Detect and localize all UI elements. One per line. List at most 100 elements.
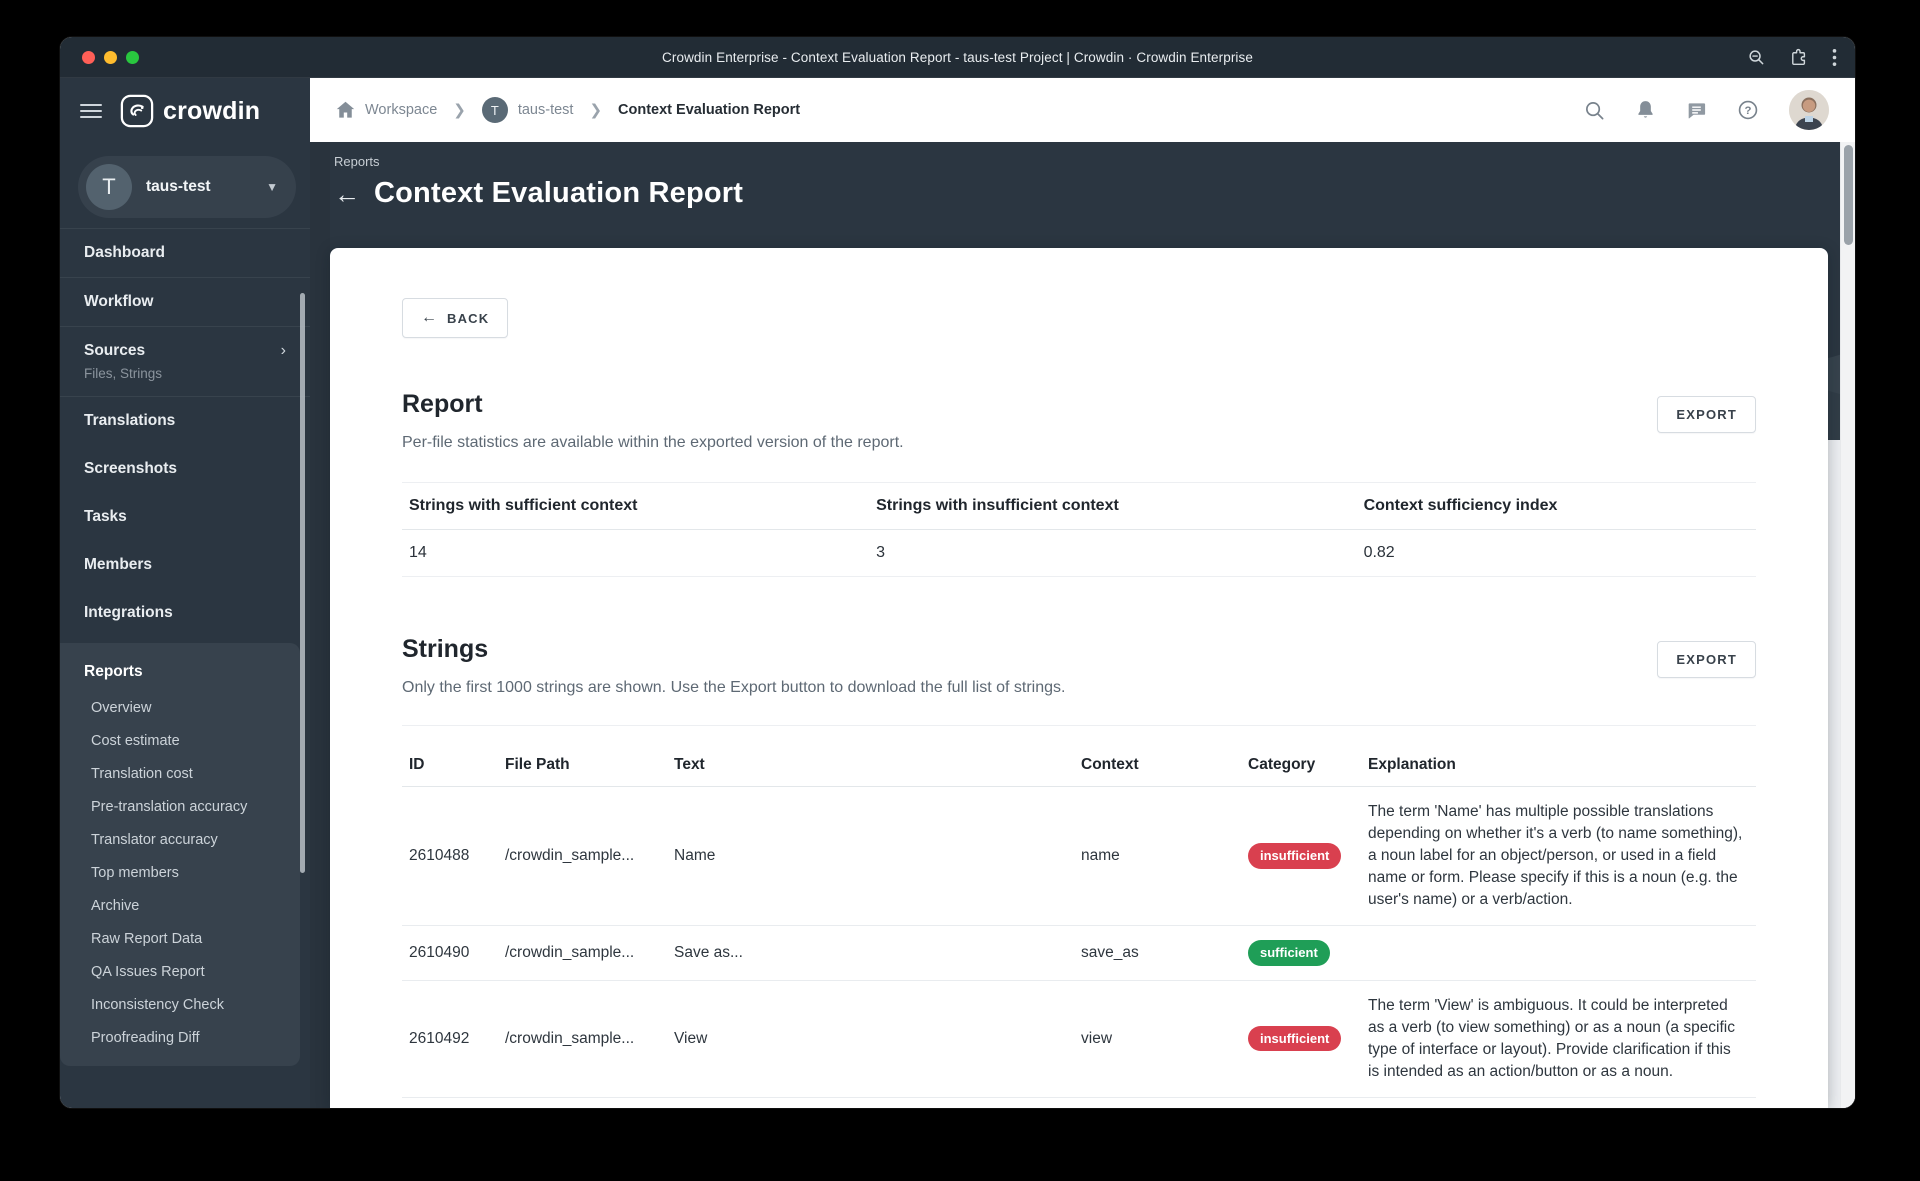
back-button-label: BACK bbox=[447, 310, 490, 326]
browser-window: Crowdin Enterprise - Context Evaluation … bbox=[60, 37, 1855, 1108]
window-title: Crowdin Enterprise - Context Evaluation … bbox=[662, 49, 1253, 65]
breadcrumb-workspace-label: Workspace bbox=[365, 102, 438, 118]
sidebar-item-qa-issues-report[interactable]: QA Issues Report bbox=[60, 955, 300, 988]
page-scrollbar-thumb[interactable] bbox=[1843, 145, 1853, 245]
sidebar-item-label: Sources bbox=[84, 342, 146, 359]
sidebar-item-members[interactable]: Members bbox=[60, 541, 310, 589]
back-arrow-icon[interactable]: ← bbox=[334, 181, 360, 207]
back-arrow-icon: ← bbox=[421, 309, 437, 326]
sidebar-item-label: Screenshots bbox=[84, 460, 178, 477]
stats-header: Context sufficiency index bbox=[1356, 483, 1756, 530]
sidebar-item-label: Members bbox=[84, 556, 153, 573]
titlebar: Crowdin Enterprise - Context Evaluation … bbox=[60, 37, 1855, 78]
sidebar-item-label: Workflow bbox=[84, 293, 154, 310]
sidebar-item-workflow[interactable]: Workflow bbox=[60, 278, 310, 327]
sidebar-item-tasks[interactable]: Tasks bbox=[60, 493, 310, 541]
table-row: 2610492 /crowdin_sample... View view ins… bbox=[402, 981, 1756, 1098]
sidebar-item-pre-translation-accuracy[interactable]: Pre-translation accuracy bbox=[60, 790, 300, 823]
sidebar-item-label: Tasks bbox=[84, 508, 127, 525]
project-avatar: T bbox=[481, 97, 508, 123]
menu-hamburger-icon[interactable] bbox=[80, 100, 102, 122]
column-header-category: Category bbox=[1248, 756, 1316, 773]
sidebar-item-raw-report-data[interactable]: Raw Report Data bbox=[60, 922, 300, 955]
stats-value-index: 0.82 bbox=[1356, 530, 1756, 577]
sidebar-item-translator-accuracy[interactable]: Translator accuracy bbox=[60, 823, 300, 856]
sidebar-item-translations[interactable]: Translations bbox=[60, 397, 310, 445]
report-card: ← BACK Report Per-file statistics are av… bbox=[330, 248, 1828, 1108]
sidebar-item-label: Dashboard bbox=[84, 244, 165, 261]
project-avatar: T bbox=[86, 164, 132, 210]
search-icon[interactable] bbox=[1584, 100, 1605, 121]
sidebar-item-integrations[interactable]: Integrations bbox=[60, 589, 310, 637]
table-row: 2610490 /crowdin_sample... Save as... sa… bbox=[402, 926, 1756, 981]
back-button[interactable]: ← BACK bbox=[402, 298, 509, 338]
cell-context: view bbox=[1081, 1029, 1113, 1047]
cell-text: View bbox=[674, 1029, 708, 1047]
strings-table: ID File Path Text Context Category Expla… bbox=[402, 744, 1756, 1098]
cell-id: 2610488 bbox=[409, 847, 470, 864]
cell-file-path: /crowdin_sample... bbox=[505, 847, 635, 864]
cell-text: Name bbox=[674, 847, 716, 864]
page-gutter bbox=[310, 142, 330, 1108]
home-icon bbox=[336, 101, 355, 118]
sidebar-item-reports[interactable]: Reports bbox=[60, 649, 300, 691]
report-export-button[interactable]: EXPORT bbox=[1657, 396, 1756, 433]
report-stats-table: Strings with sufficient context Strings … bbox=[402, 482, 1756, 577]
page-eyebrow: Reports bbox=[334, 154, 380, 169]
stats-value-insufficient: 3 bbox=[869, 530, 1357, 577]
sidebar-scrollbar[interactable] bbox=[300, 293, 305, 873]
cell-context: save_as bbox=[1081, 943, 1139, 961]
main-area: Workspace ❯ T taus-test ❯ Context Evalua… bbox=[310, 78, 1855, 1108]
breadcrumb-project[interactable]: T taus-test bbox=[481, 97, 574, 123]
report-section-description: Per-file statistics are available within… bbox=[402, 434, 904, 451]
breadcrumb-current: Context Evaluation Report bbox=[618, 102, 801, 118]
sidebar-item-label: Integrations bbox=[84, 604, 173, 621]
notifications-bell-icon[interactable] bbox=[1635, 99, 1656, 121]
sidebar-item-top-members[interactable]: Top members bbox=[60, 856, 300, 889]
sidebar-item-dashboard[interactable]: Dashboard bbox=[60, 228, 310, 278]
category-badge: insufficient bbox=[1248, 843, 1342, 869]
sidebar-item-label: Translations bbox=[84, 412, 176, 429]
messages-chat-icon[interactable] bbox=[1686, 100, 1707, 121]
column-header-file-path: File Path bbox=[505, 756, 570, 773]
project-selector[interactable]: T taus-test ▼ bbox=[78, 156, 296, 218]
breadcrumb: Workspace ❯ T taus-test ❯ Context Evalua… bbox=[336, 97, 1584, 123]
sidebar-item-sublabel: Files, Strings bbox=[84, 366, 163, 381]
category-badge: insufficient bbox=[1248, 1025, 1342, 1052]
help-icon[interactable]: ? bbox=[1737, 99, 1759, 121]
crowdin-logo-icon bbox=[120, 94, 154, 128]
sidebar-item-screenshots[interactable]: Screenshots bbox=[60, 445, 310, 493]
stats-header: Strings with insufficient context bbox=[869, 483, 1357, 530]
project-name: taus-test bbox=[146, 178, 211, 195]
cell-file-path: /crowdin_sample... bbox=[505, 1029, 635, 1047]
sidebar-item-cost-estimate[interactable]: Cost estimate bbox=[60, 724, 300, 757]
sidebar-item-sources[interactable]: Sources › Files, Strings bbox=[60, 327, 310, 397]
app-header: Workspace ❯ T taus-test ❯ Context Evalua… bbox=[310, 78, 1855, 142]
zoom-out-icon[interactable] bbox=[1748, 49, 1765, 66]
sidebar-item-archive[interactable]: Archive bbox=[60, 889, 300, 922]
svg-text:?: ? bbox=[1745, 105, 1752, 117]
sidebar-item-overview[interactable]: Overview bbox=[60, 691, 300, 724]
stats-value-sufficient: 14 bbox=[402, 530, 870, 577]
strings-section-title: Strings bbox=[402, 635, 489, 663]
cell-text: Save as... bbox=[674, 943, 743, 961]
extensions-puzzle-icon[interactable] bbox=[1789, 48, 1808, 67]
column-header-context: Context bbox=[1081, 756, 1139, 773]
crowdin-logo[interactable]: crowdin bbox=[120, 94, 260, 128]
page-scrollbar[interactable] bbox=[1840, 142, 1855, 1108]
chevron-down-icon: ▼ bbox=[266, 180, 278, 194]
category-badge: sufficient bbox=[1248, 940, 1330, 966]
sidebar-item-translation-cost[interactable]: Translation cost bbox=[60, 757, 300, 790]
cell-explanation: The term 'View' is ambiguous. It could b… bbox=[1368, 996, 1736, 1080]
breadcrumb-project-label: taus-test bbox=[517, 102, 574, 118]
sidebar-section-reports: Reports Overview Cost estimate Translati… bbox=[60, 643, 300, 1066]
strings-export-button[interactable]: EXPORT bbox=[1657, 641, 1756, 678]
cell-explanation bbox=[1361, 939, 1756, 967]
column-header-id: ID bbox=[409, 756, 425, 773]
crowdin-wordmark: crowdin bbox=[163, 96, 261, 125]
user-avatar[interactable] bbox=[1789, 90, 1829, 130]
browser-menu-kebab-icon[interactable] bbox=[1832, 48, 1837, 67]
sidebar-item-proofreading-diff[interactable]: Proofreading Diff bbox=[60, 1021, 300, 1054]
sidebar-item-inconsistency-check[interactable]: Inconsistency Check bbox=[60, 988, 300, 1021]
breadcrumb-home[interactable]: Workspace bbox=[336, 101, 437, 119]
